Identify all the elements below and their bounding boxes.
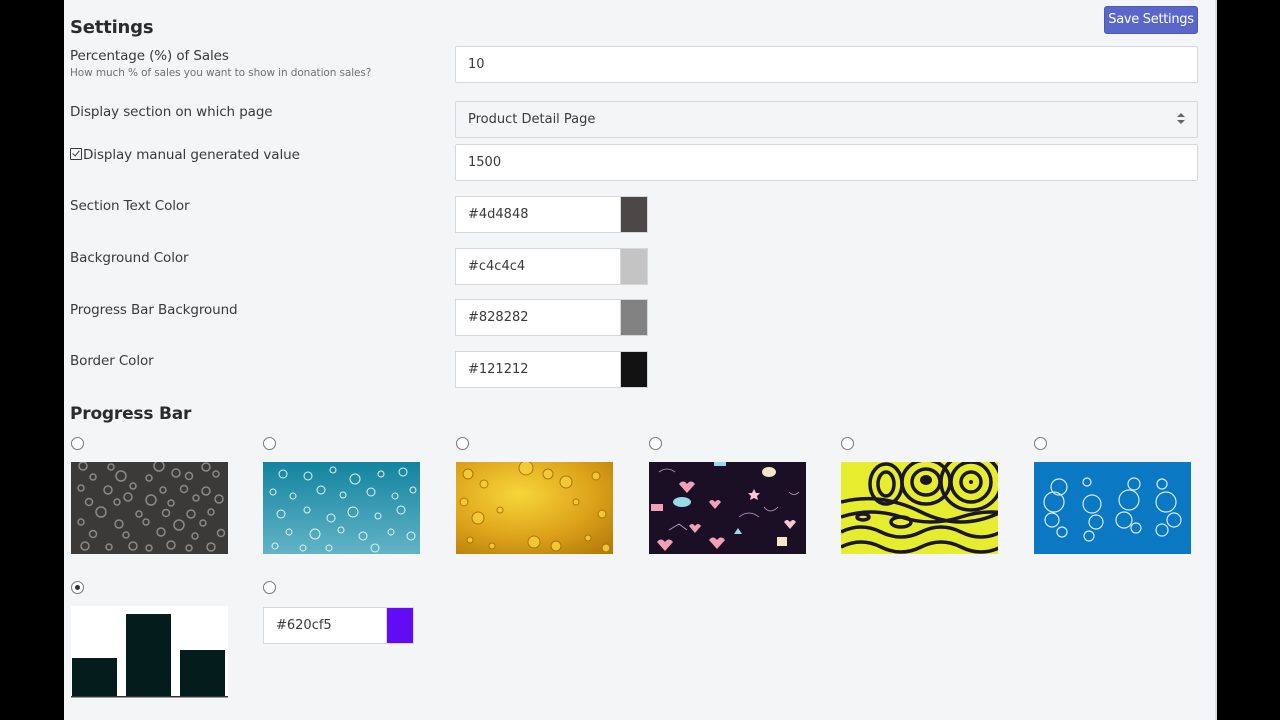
yellow-black-waves-image [841, 462, 998, 554]
section-text-color-swatch[interactable] [620, 196, 648, 233]
progress-pattern-doodle-hearts[interactable] [649, 462, 806, 554]
background-color-swatch[interactable] [620, 248, 648, 285]
dark-bubbles-image [71, 462, 228, 554]
percentage-label: Percentage (%) of Sales [70, 48, 229, 64]
progress-pattern-dark-bubbles[interactable] [71, 462, 228, 554]
progress-bar-background-label: Progress Bar Background [70, 302, 238, 318]
settings-page: Settings Save Settings Percentage (%) of… [64, 0, 1217, 720]
golden-bubbles-image [456, 462, 613, 554]
doodle-hearts-image [649, 462, 806, 554]
progress-bar-background-input[interactable]: #828282 [455, 299, 621, 336]
progress-pattern-blue-bubbles[interactable] [263, 462, 420, 554]
progress-pattern-golden-bubbles[interactable] [456, 462, 613, 554]
page-title: Settings [70, 17, 154, 38]
progress-option-radio-dark-bubbles[interactable] [71, 437, 84, 450]
progress-option-radio-yellow-black-waves[interactable] [841, 437, 854, 450]
display-page-select[interactable]: Product Detail Page [455, 101, 1198, 138]
save-settings-button[interactable]: Save Settings [1104, 6, 1198, 34]
background-color-field: #c4c4c4 [455, 248, 648, 285]
section-text-color-label: Section Text Color [70, 198, 190, 214]
background-color-input[interactable]: #c4c4c4 [455, 248, 621, 285]
progress-option-radio-blue-bubble-clusters[interactable] [1034, 437, 1047, 450]
progress-bar-background-field: #828282 [455, 299, 648, 336]
progress-bar-title: Progress Bar [70, 404, 192, 424]
manual-value-input[interactable]: 1500 [455, 144, 1198, 181]
progress-pattern-yellow-black-waves[interactable] [841, 462, 998, 554]
manual-value-checkbox[interactable] [70, 148, 82, 160]
section-text-color-field: #4d4848 [455, 196, 648, 233]
percentage-input[interactable]: 10 [455, 46, 1198, 83]
manual-value-label: Display manual generated value [83, 147, 300, 163]
progress-option-radio-doodle-hearts[interactable] [649, 437, 662, 450]
blue-bubbles-image [263, 462, 420, 554]
progress-pattern-bar-chart-solid[interactable] [71, 606, 228, 698]
section-text-color-input[interactable]: #4d4848 [455, 196, 621, 233]
custom-progress-color-swatch[interactable] [386, 607, 414, 644]
select-arrows-icon [1177, 112, 1185, 126]
custom-progress-color-field: #620cf5 [263, 607, 414, 644]
border-color-input[interactable]: #121212 [455, 351, 621, 388]
display-page-selected: Product Detail Page [468, 112, 596, 127]
border-color-swatch[interactable] [620, 351, 648, 388]
progress-option-radio-bar-chart-solid[interactable] [71, 581, 84, 594]
manual-value-row: Display manual generated value [70, 147, 300, 163]
background-color-label: Background Color [70, 250, 189, 266]
bar-chart-solid-image [71, 606, 228, 698]
progress-option-radio-blue-bubbles[interactable] [263, 437, 276, 450]
display-page-label: Display section on which page [70, 104, 273, 120]
custom-progress-color-input[interactable]: #620cf5 [263, 607, 387, 644]
progress-option-radio-custom-color[interactable] [263, 581, 276, 594]
percentage-hint: How much % of sales you want to show in … [70, 67, 372, 79]
progress-pattern-blue-bubble-clusters[interactable] [1034, 462, 1191, 554]
progress-option-radio-golden-bubbles[interactable] [456, 437, 469, 450]
blue-bubble-clusters-image [1034, 462, 1191, 554]
progress-bar-background-swatch[interactable] [620, 299, 648, 336]
border-color-field: #121212 [455, 351, 648, 388]
border-color-label: Border Color [70, 353, 154, 369]
